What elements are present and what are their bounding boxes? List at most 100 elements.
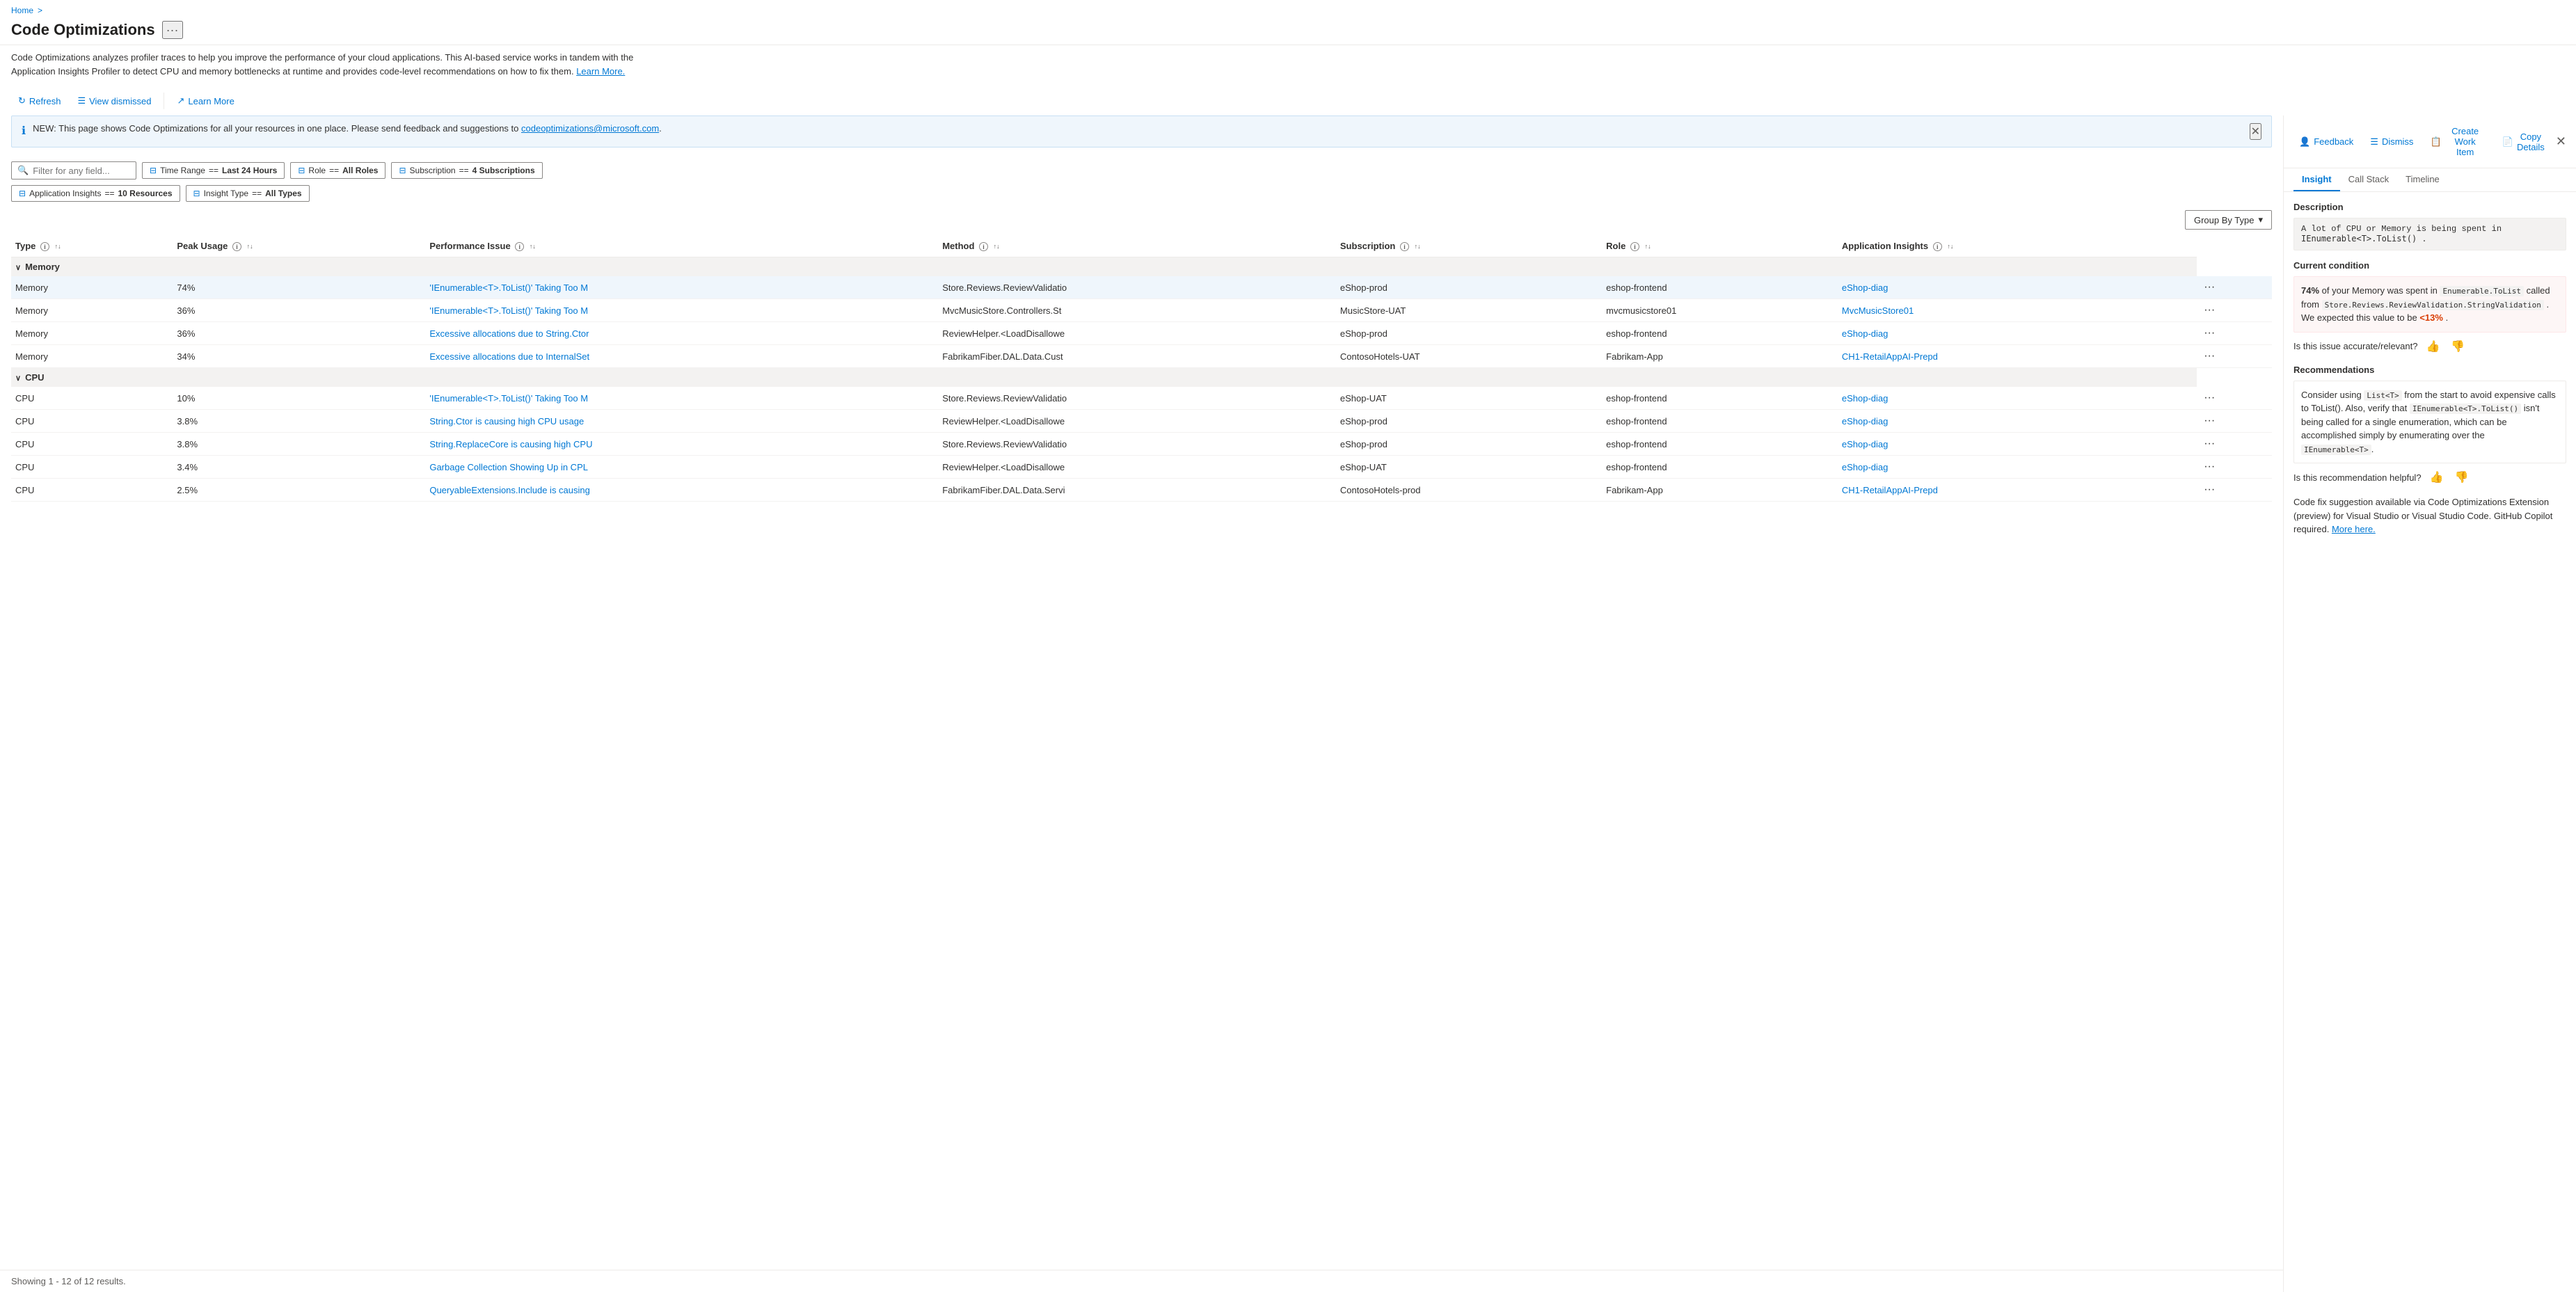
table-row[interactable]: CPU10%'IEnumerable<T>.ToList()' Taking T… [11, 387, 2272, 410]
table-row[interactable]: Memory36%'IEnumerable<T>.ToList()' Takin… [11, 299, 2272, 322]
expand-icon: ∨ [15, 264, 21, 272]
table-cell: Memory [11, 345, 173, 368]
row-more-button[interactable]: ··· [2201, 281, 2218, 294]
learn-more-link[interactable]: Learn More. [576, 66, 625, 77]
table-cell[interactable]: eShop-diag [1838, 456, 2197, 479]
time-range-filter[interactable]: ⊟ Time Range == Last 24 Hours [142, 162, 285, 179]
ai-sort[interactable]: ↑↓ [1947, 245, 1953, 248]
insight-type-value: All Types [265, 189, 301, 198]
accurate-thumbup-button[interactable]: 👍 [2423, 338, 2442, 355]
table-cell-dots[interactable]: ··· [2197, 387, 2272, 410]
subscription-filter[interactable]: ⊟ Subscription == 4 Subscriptions [391, 162, 542, 179]
feedback-icon: 👤 [2299, 136, 2310, 147]
row-more-button[interactable]: ··· [2201, 327, 2218, 340]
table-cell[interactable]: Excessive allocations due to InternalSet [425, 345, 938, 368]
description-prefix: A lot of CPU or Memory is being spent in [2301, 224, 2502, 234]
table-row[interactable]: CPU2.5%QueryableExtensions.Include is ca… [11, 479, 2272, 502]
table-container[interactable]: Type i ↑↓ Peak Usage i ↑↓ Performance Is… [0, 235, 2283, 1270]
table-cell-dots[interactable]: ··· [2197, 433, 2272, 456]
group-by-button[interactable]: Group By Type ▾ [2185, 210, 2272, 230]
row-more-button[interactable]: ··· [2201, 484, 2218, 496]
tab-insight[interactable]: Insight [2293, 168, 2340, 191]
table-row[interactable]: Memory36%Excessive allocations due to St… [11, 322, 2272, 345]
table-row[interactable]: Memory34%Excessive allocations due to In… [11, 345, 2272, 368]
table-cell[interactable]: eShop-diag [1838, 276, 2197, 299]
fix-suggestion-text: Code fix suggestion available via Code O… [2293, 495, 2566, 536]
tab-timeline[interactable]: Timeline [2397, 168, 2448, 191]
table-cell-dots[interactable]: ··· [2197, 410, 2272, 433]
insight-type-filter[interactable]: ⊟ Insight Type == All Types [186, 185, 310, 202]
table-cell[interactable]: 'IEnumerable<T>.ToList()' Taking Too M [425, 387, 938, 410]
table-row[interactable]: CPU3.8%String.Ctor is causing high CPU u… [11, 410, 2272, 433]
table-row[interactable]: Memory74%'IEnumerable<T>.ToList()' Takin… [11, 276, 2272, 299]
role-value: All Roles [342, 166, 378, 175]
create-work-item-button[interactable]: 📋 Create Work Item [2424, 122, 2490, 161]
more-here-link[interactable]: More here. [2332, 524, 2376, 534]
view-dismissed-button[interactable]: ☰ View dismissed [70, 92, 158, 110]
table-cell[interactable]: String.ReplaceCore is causing high CPU [425, 433, 938, 456]
search-input[interactable] [33, 166, 130, 176]
table-cell-dots[interactable]: ··· [2197, 299, 2272, 322]
table-cell-dots[interactable]: ··· [2197, 479, 2272, 502]
method-sort[interactable]: ↑↓ [994, 245, 1000, 248]
tab-call-stack[interactable]: Call Stack [2340, 168, 2398, 191]
row-more-button[interactable]: ··· [2201, 438, 2218, 450]
table-row[interactable]: CPU3.4%Garbage Collection Showing Up in … [11, 456, 2272, 479]
table-cell[interactable]: Garbage Collection Showing Up in CPL [425, 456, 938, 479]
peak-sort[interactable]: ↑↓ [247, 245, 253, 248]
role-filter[interactable]: ⊟ Role == All Roles [290, 162, 385, 179]
rp-content: Description A lot of CPU or Memory is be… [2284, 192, 2576, 1292]
copy-details-button[interactable]: 📄 Copy Details [2497, 128, 2550, 156]
page-title: Code Optimizations [11, 21, 155, 39]
col-performance-issue: Performance Issue i ↑↓ [425, 235, 938, 257]
table-cell[interactable]: MvcMusicStore01 [1838, 299, 2197, 322]
refresh-button[interactable]: ↻ Refresh [11, 92, 67, 110]
feedback-button[interactable]: 👤 Feedback [2293, 133, 2359, 151]
helpful-thumbdown-button[interactable]: 👎 [2451, 469, 2471, 486]
col-type: Type i ↑↓ [11, 235, 173, 257]
table-cell[interactable]: 'IEnumerable<T>.ToList()' Taking Too M [425, 276, 938, 299]
row-more-button[interactable]: ··· [2201, 415, 2218, 427]
role-sort[interactable]: ↑↓ [1645, 245, 1651, 248]
type-sort[interactable]: ↑↓ [55, 245, 61, 248]
table-group-row[interactable]: ∨CPU [11, 368, 2272, 388]
table-row[interactable]: CPU3.8%String.ReplaceCore is causing hig… [11, 433, 2272, 456]
table-cell[interactable]: String.Ctor is causing high CPU usage [425, 410, 938, 433]
row-more-button[interactable]: ··· [2201, 350, 2218, 362]
sub-sort[interactable]: ↑↓ [1415, 245, 1421, 248]
accurate-thumbdown-button[interactable]: 👎 [2448, 338, 2467, 355]
info-banner-close-button[interactable]: ✕ [2250, 123, 2261, 140]
close-right-panel-button[interactable]: ✕ [2556, 134, 2566, 149]
table-cell[interactable]: QueryableExtensions.Include is causing [425, 479, 938, 502]
row-more-button[interactable]: ··· [2201, 392, 2218, 404]
app-insights-value: 10 Resources [118, 189, 172, 198]
row-more-button[interactable]: ··· [2201, 304, 2218, 317]
table-cell[interactable]: Excessive allocations due to String.Ctor [425, 322, 938, 345]
table-cell-dots[interactable]: ··· [2197, 345, 2272, 368]
learn-more-button[interactable]: ↗ Learn More [170, 92, 241, 110]
table-cell[interactable]: 'IEnumerable<T>.ToList()' Taking Too M [425, 299, 938, 322]
table-cell-dots[interactable]: ··· [2197, 276, 2272, 299]
table-cell[interactable]: CH1-RetailAppAI-Prepd [1838, 479, 2197, 502]
table-cell: Memory [11, 299, 173, 322]
table-cell[interactable]: CH1-RetailAppAI-Prepd [1838, 345, 2197, 368]
row-more-button[interactable]: ··· [2201, 461, 2218, 473]
table-cell[interactable]: eShop-diag [1838, 410, 2197, 433]
app-insights-filter[interactable]: ⊟ Application Insights == 10 Resources [11, 185, 180, 202]
search-box[interactable]: 🔍 [11, 161, 136, 180]
table-group-row[interactable]: ∨Memory [11, 257, 2272, 277]
helpful-thumbup-button[interactable]: 👍 [2427, 469, 2447, 486]
breadcrumb-home[interactable]: Home [11, 6, 33, 15]
table-cell[interactable]: eShop-diag [1838, 433, 2197, 456]
table-cell: Fabrikam-App [1602, 345, 1838, 368]
perf-sort[interactable]: ↑↓ [530, 245, 536, 248]
table-cell[interactable]: eShop-diag [1838, 387, 2197, 410]
more-options-button[interactable]: ··· [162, 21, 183, 39]
table-cell-dots[interactable]: ··· [2197, 322, 2272, 345]
list-icon: ☰ [77, 95, 86, 106]
info-banner-email[interactable]: codeoptimizations@microsoft.com [521, 123, 659, 134]
table-cell: Memory [11, 276, 173, 299]
table-cell[interactable]: eShop-diag [1838, 322, 2197, 345]
table-cell-dots[interactable]: ··· [2197, 456, 2272, 479]
dismiss-button[interactable]: ☰ Dismiss [2364, 133, 2419, 151]
